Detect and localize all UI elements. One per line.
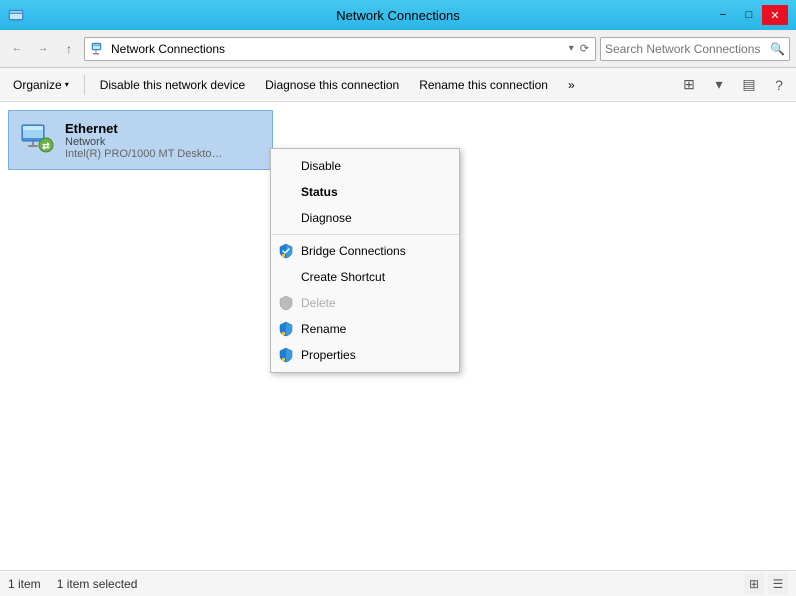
properties-menu-label: Properties (301, 348, 356, 362)
rename-button[interactable]: Rename this connection (410, 72, 557, 98)
diagnose-menu-label: Diagnose (301, 211, 352, 225)
disable-menu-label: Disable (301, 159, 341, 173)
forward-button[interactable]: → (32, 38, 54, 60)
disable-label: Disable this network device (100, 78, 245, 92)
rename-menu-label: Rename (301, 322, 346, 336)
view-dropdown-button[interactable]: ▾ (706, 72, 732, 98)
toolbar-right: ⊞ ▾ ▤ ? (676, 72, 792, 98)
title-bar-controls[interactable]: − □ ✕ (710, 5, 788, 25)
ethernet-icon: ⇄ (18, 121, 56, 159)
selected-count: 1 item selected (57, 577, 138, 591)
organize-label: Organize (13, 78, 62, 92)
path-text: Network Connections (111, 42, 565, 56)
diagnose-label: Diagnose this connection (265, 78, 399, 92)
refresh-icon[interactable]: ⟳ (580, 42, 589, 55)
toolbar: Organize ▾ Disable this network device D… (0, 68, 796, 102)
status-view-list-button[interactable]: ☰ (768, 574, 788, 594)
menu-item-status[interactable]: Status (271, 179, 459, 205)
network-info: Ethernet Network Intel(R) PRO/1000 MT De… (65, 121, 264, 160)
menu-item-bridge[interactable]: Bridge Connections (271, 238, 459, 264)
item-count: 1 item (8, 577, 41, 591)
delete-menu-label: Delete (301, 296, 336, 310)
search-input[interactable] (605, 42, 770, 56)
close-button[interactable]: ✕ (762, 5, 788, 25)
svg-text:⇄: ⇄ (42, 141, 50, 151)
status-bar: 1 item 1 item selected ⊞ ☰ (0, 570, 796, 596)
view-options-button[interactable]: ⊞ (676, 72, 702, 98)
network-adapter: Intel(R) PRO/1000 MT Desktop Ad... (65, 148, 225, 160)
address-path[interactable]: Network Connections ▾ ⟳ (84, 37, 596, 61)
menu-item-diagnose[interactable]: Diagnose (271, 205, 459, 231)
menu-separator-1 (271, 234, 459, 235)
organize-button[interactable]: Organize ▾ (4, 72, 78, 98)
up-icon: ↑ (66, 42, 72, 56)
rename-label: Rename this connection (419, 78, 548, 92)
forward-icon: → (38, 43, 48, 54)
delete-shield-icon (277, 294, 295, 312)
context-menu: Disable Status Diagnose Bridge Connectio… (270, 148, 460, 373)
more-icon: » (568, 78, 575, 92)
address-bar: ← → ↑ Network Connections ▾ ⟳ 🔍 (0, 30, 796, 68)
details-view-button[interactable]: ▤ (736, 72, 762, 98)
disable-button[interactable]: Disable this network device (91, 72, 254, 98)
network-icon: ⇄ (17, 120, 57, 160)
status-view-grid-button[interactable]: ⊞ (744, 574, 764, 594)
title-bar: Network Connections − □ ✕ (0, 0, 796, 30)
menu-item-shortcut[interactable]: Create Shortcut (271, 264, 459, 290)
shortcut-menu-label: Create Shortcut (301, 270, 385, 284)
back-icon: ← (12, 43, 22, 54)
organize-dropdown-icon: ▾ (65, 80, 69, 89)
ethernet-item[interactable]: ⇄ Ethernet Network Intel(R) PRO/1000 MT … (8, 110, 273, 170)
bridge-shield-icon (277, 242, 295, 260)
menu-item-disable[interactable]: Disable (271, 153, 459, 179)
window-icon (8, 7, 24, 23)
up-button[interactable]: ↑ (58, 38, 80, 60)
search-icon: 🔍 (770, 42, 785, 56)
menu-item-properties[interactable]: Properties (271, 342, 459, 368)
maximize-button[interactable]: □ (736, 5, 762, 25)
network-name: Ethernet (65, 121, 264, 136)
network-type: Network (65, 136, 264, 148)
path-dropdown-icon[interactable]: ▾ (569, 43, 574, 54)
diagnose-button[interactable]: Diagnose this connection (256, 72, 408, 98)
search-box[interactable]: 🔍 (600, 37, 790, 61)
toolbar-separator-1 (84, 75, 85, 95)
title-bar-title: Network Connections (0, 8, 796, 23)
status-menu-label: Status (301, 185, 338, 199)
more-button[interactable]: » (559, 72, 584, 98)
back-button[interactable]: ← (6, 38, 28, 60)
help-button[interactable]: ? (766, 72, 792, 98)
title-bar-left (8, 7, 24, 23)
status-right: ⊞ ☰ (744, 574, 788, 594)
properties-shield-icon (277, 346, 295, 364)
bridge-menu-label: Bridge Connections (301, 244, 406, 258)
minimize-button[interactable]: − (710, 5, 736, 25)
menu-item-delete: Delete (271, 290, 459, 316)
path-icon (91, 41, 107, 57)
menu-item-rename[interactable]: Rename (271, 316, 459, 342)
rename-shield-icon (277, 320, 295, 338)
